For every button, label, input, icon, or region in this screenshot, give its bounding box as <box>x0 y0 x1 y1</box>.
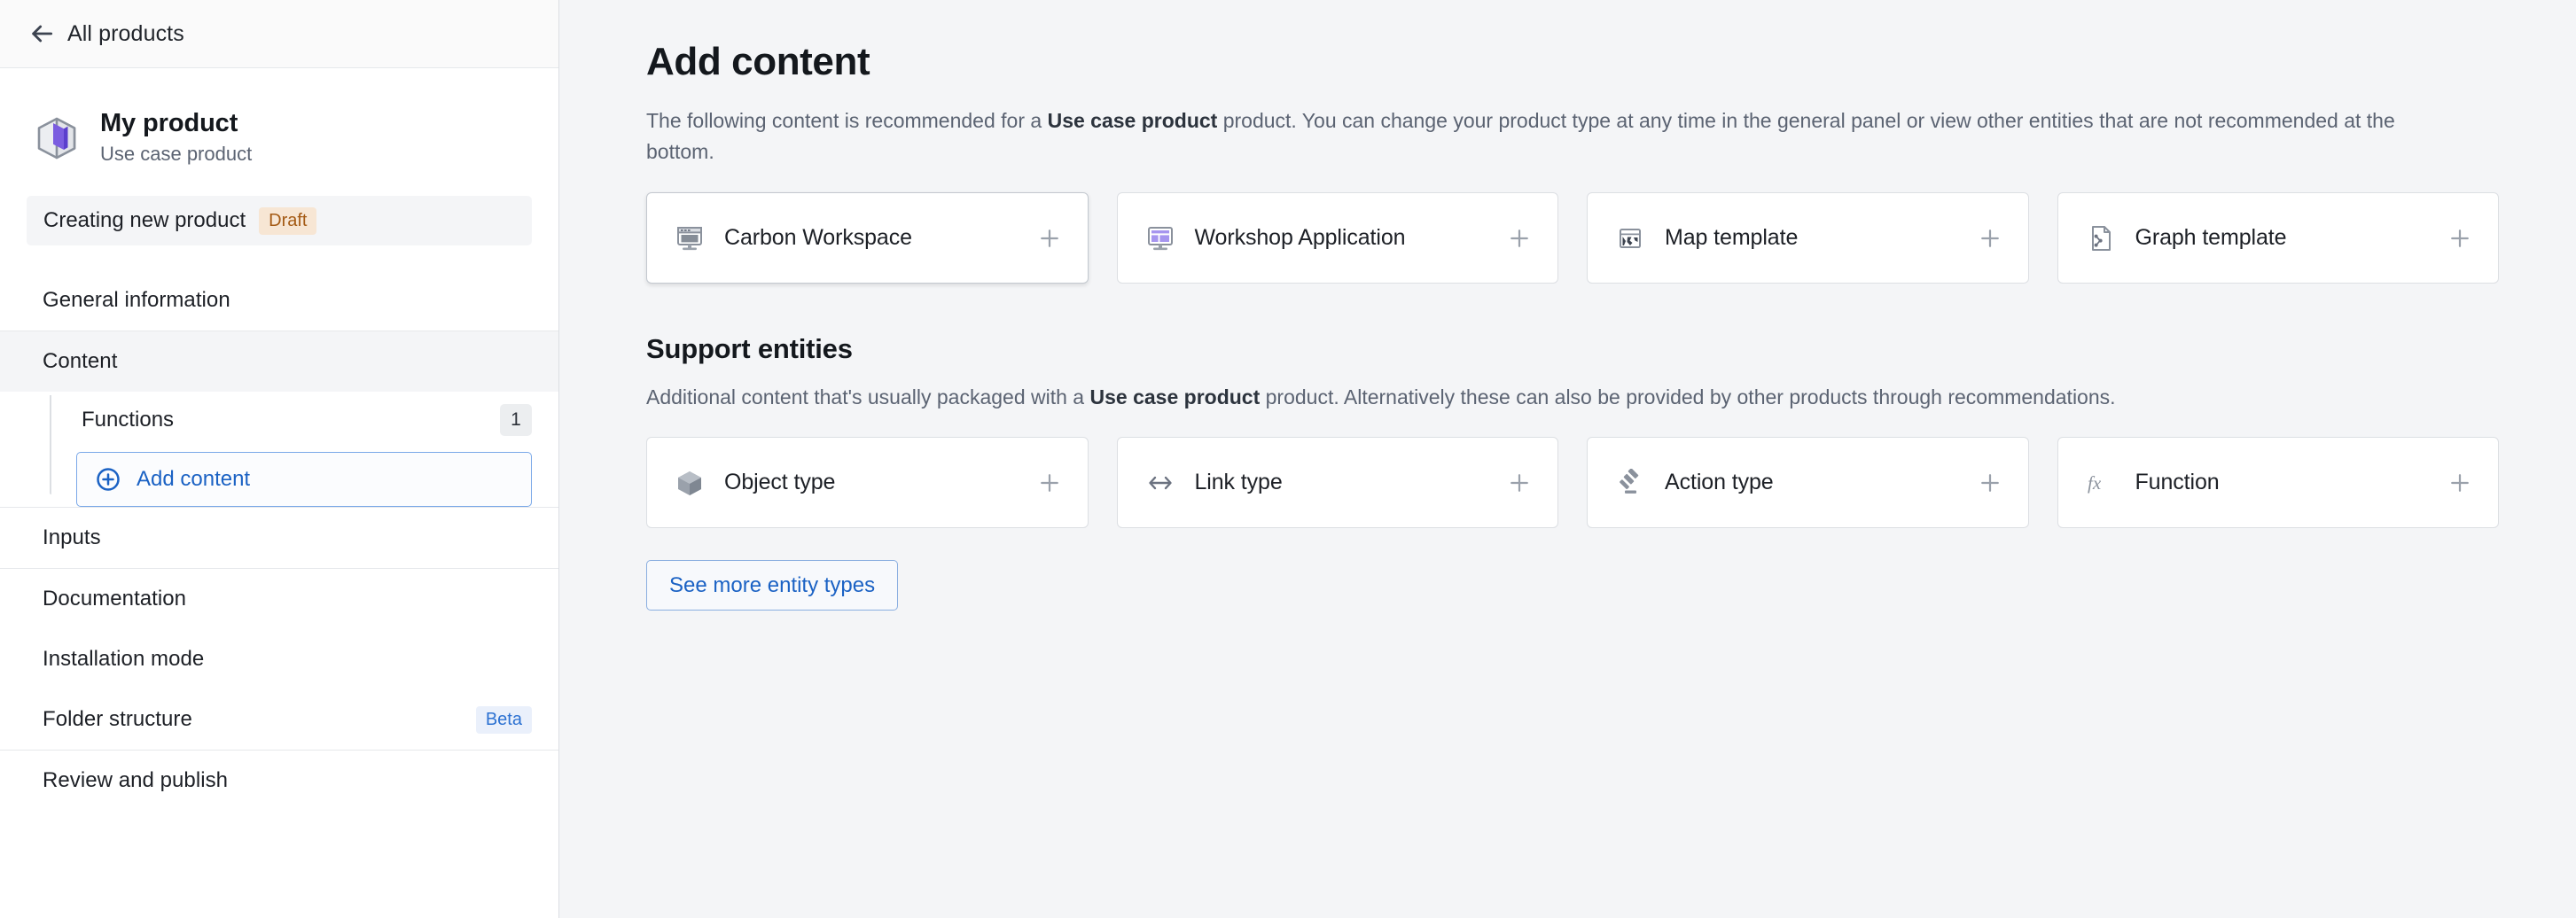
card-label: Action type <box>1665 470 1774 494</box>
product-summary: My product Use case product <box>0 68 558 175</box>
page-description-pre: The following content is recommended for… <box>646 109 1048 132</box>
card-label: Object type <box>724 470 836 494</box>
beta-badge: Beta <box>475 705 532 734</box>
sidebar-item-inputs[interactable]: Inputs <box>0 508 558 568</box>
sidebar-item-documentation[interactable]: Documentation <box>0 569 558 629</box>
product-name: My product <box>100 109 238 137</box>
sidebar-item-label: Inputs <box>43 525 101 549</box>
arrows-horizontal-icon <box>1144 467 1176 499</box>
plus-icon[interactable] <box>1506 470 1533 496</box>
card-map-template[interactable]: Map template <box>1587 192 2029 284</box>
plus-icon[interactable] <box>2447 470 2473 496</box>
support-description-pre: Additional content that's usually packag… <box>646 385 1090 408</box>
plus-icon[interactable] <box>1506 225 1533 252</box>
sidebar-item-label: Installation mode <box>43 647 205 671</box>
page-description: The following content is recommended for… <box>646 105 2410 167</box>
sidebar-item-label: Review and publish <box>43 768 229 792</box>
sidebar-item-content[interactable]: Content <box>0 331 558 392</box>
app-root: All products My product Use case product… <box>0 0 2576 918</box>
card-label: Map template <box>1665 225 1799 250</box>
card-function[interactable]: fx Function <box>2057 437 2499 528</box>
plus-circle-icon <box>95 466 121 493</box>
functions-count-badge: 1 <box>500 404 532 436</box>
card-workshop-application[interactable]: Workshop Application <box>1116 192 1558 284</box>
sidebar-item-general-information[interactable]: General information <box>0 270 558 331</box>
card-label: Carbon Workspace <box>724 225 912 250</box>
support-entities-description: Additional content that's usually packag… <box>646 382 2576 412</box>
creating-new-product-row[interactable]: Creating new product Draft <box>27 196 532 245</box>
add-content-label: Add content <box>137 467 251 491</box>
sidebar-subitem-label: Functions <box>82 408 175 432</box>
plus-icon[interactable] <box>1977 225 2003 252</box>
fx-icon: fx <box>2085 467 2117 499</box>
map-window-icon <box>1614 222 1646 254</box>
card-label: Function <box>2135 470 2220 494</box>
sidebar-item-folder-structure[interactable]: Folder structure Beta <box>0 689 558 750</box>
card-graph-template[interactable]: Graph template <box>2057 192 2499 284</box>
support-description-post: product. Alternatively these can also be… <box>1260 385 2116 408</box>
support-description-product-type: Use case product <box>1089 385 1261 408</box>
status-badge: Draft <box>259 206 317 235</box>
plus-icon[interactable] <box>1977 470 2003 496</box>
page-description-product-type: Use case product <box>1047 109 1218 132</box>
sidebar-item-review-and-publish[interactable]: Review and publish <box>0 751 558 811</box>
product-type: Use case product <box>100 143 253 165</box>
add-content-button[interactable]: Add content <box>76 452 532 507</box>
workspace-monitor-icon <box>674 222 706 254</box>
cube-box-icon <box>32 113 82 163</box>
sidebar-item-label: General information <box>43 288 230 312</box>
page-title: Add content <box>646 40 870 83</box>
card-object-type[interactable]: Object type <box>646 437 1089 528</box>
creating-new-product-label: Creating new product <box>43 208 246 232</box>
see-more-label: See more entity types <box>669 572 876 597</box>
card-carbon-workspace[interactable]: Carbon Workspace <box>646 192 1089 284</box>
content-subnav: Functions 1 Add content <box>0 392 558 507</box>
back-to-all-products[interactable]: All products <box>0 0 558 68</box>
graph-document-icon <box>2085 222 2117 254</box>
svg-text:fx: fx <box>2088 472 2102 494</box>
sidebar-item-label: Content <box>43 349 118 373</box>
card-label: Graph template <box>2135 225 2287 250</box>
plus-icon[interactable] <box>1036 470 1063 496</box>
sidebar-item-installation-mode[interactable]: Installation mode <box>0 629 558 689</box>
arrow-left-icon <box>27 19 57 49</box>
card-link-type[interactable]: Link type <box>1116 437 1558 528</box>
gavel-icon <box>1614 467 1646 499</box>
workshop-dashboard-icon <box>1144 222 1176 254</box>
support-cards-row: Object type Link type Action type fx Fun… <box>646 437 2499 528</box>
card-action-type[interactable]: Action type <box>1587 437 2029 528</box>
sidebar-nav: General information Content Functions 1 <box>0 270 558 811</box>
main-content: Add content The following content is rec… <box>559 0 2576 918</box>
plus-icon[interactable] <box>2447 225 2473 252</box>
back-label: All products <box>67 20 184 46</box>
plus-icon[interactable] <box>1036 225 1063 252</box>
cube-icon <box>674 467 706 499</box>
sidebar: All products My product Use case product… <box>0 0 559 918</box>
card-label: Link type <box>1194 470 1283 494</box>
sidebar-subitem-functions[interactable]: Functions 1 <box>50 392 558 448</box>
card-label: Workshop Application <box>1194 225 1406 250</box>
sidebar-item-label: Documentation <box>43 587 187 611</box>
sidebar-item-label: Folder structure <box>43 707 192 731</box>
recommended-cards-row: Carbon Workspace Workshop Application Ma… <box>646 192 2499 284</box>
support-entities-title: Support entities <box>646 333 853 364</box>
see-more-entity-types-button[interactable]: See more entity types <box>646 560 899 611</box>
